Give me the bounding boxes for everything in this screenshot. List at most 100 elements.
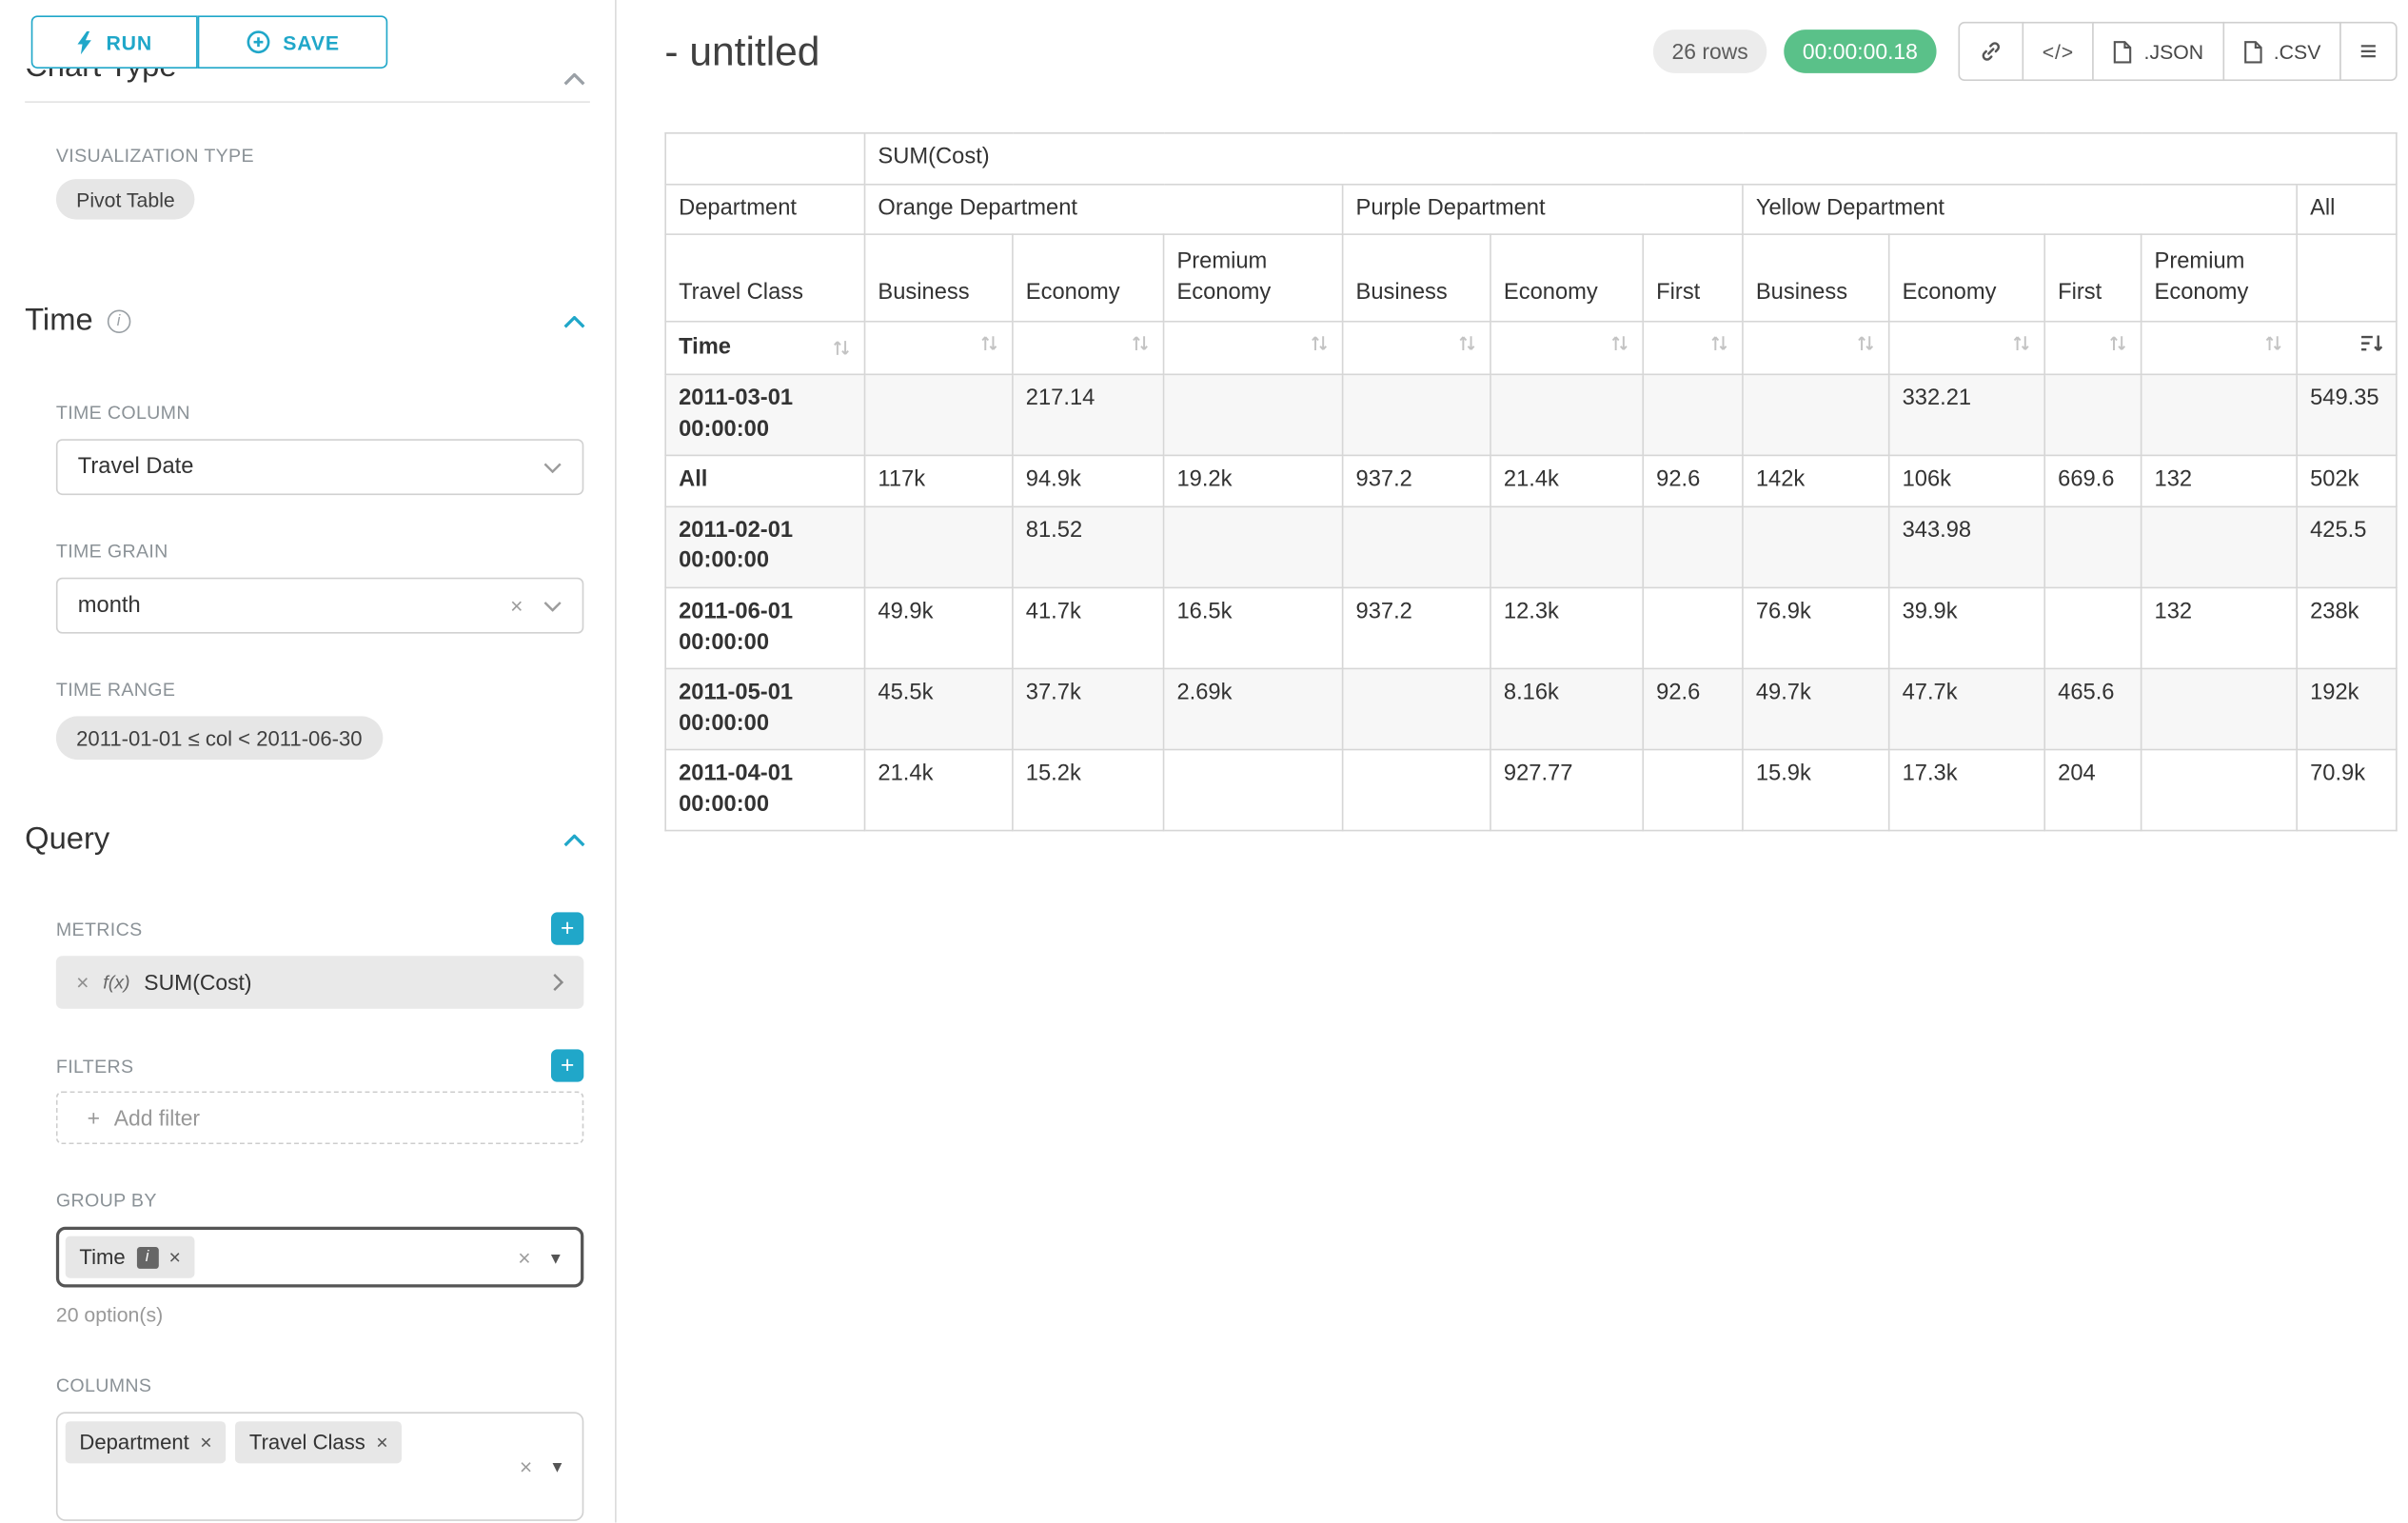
column-sorter[interactable] xyxy=(1013,322,1164,375)
caret-down-icon[interactable]: ▾ xyxy=(551,1248,561,1267)
pivot-cell xyxy=(1343,375,1490,456)
chart-title[interactable]: - untitled xyxy=(664,28,819,76)
view-query-button[interactable]: </> xyxy=(2022,22,2094,81)
chevron-up-icon[interactable] xyxy=(563,315,585,327)
remove-tag-icon[interactable]: × xyxy=(376,1431,387,1454)
query-section-header[interactable]: Query xyxy=(25,822,585,859)
sort-icon[interactable] xyxy=(831,338,851,358)
pivot-cell xyxy=(2142,506,2298,587)
remove-metric-icon[interactable]: × xyxy=(76,970,89,995)
time-range-value[interactable]: 2011-01-01 ≤ col < 2011-06-30 xyxy=(56,716,383,760)
pivot-cell: 425.5 xyxy=(2297,506,2397,587)
time-section-title: Time xyxy=(25,304,92,340)
share-link-button[interactable] xyxy=(1958,22,2023,81)
add-filter-button[interactable]: + Add filter xyxy=(56,1091,583,1144)
chevron-right-icon[interactable] xyxy=(553,973,563,992)
column-sorter[interactable] xyxy=(1889,322,2045,375)
column-sorter[interactable] xyxy=(1643,322,1743,375)
time-grain-value: month xyxy=(78,593,141,618)
visualization-type-value[interactable]: Pivot Table xyxy=(56,179,195,220)
run-button[interactable]: RUN xyxy=(31,15,198,69)
chevron-down-icon[interactable] xyxy=(543,600,563,610)
column-group-header: Orange Department xyxy=(865,184,1343,234)
column-group-header: Yellow Department xyxy=(1743,184,2297,234)
sort-icon xyxy=(979,333,999,353)
pivot-cell: 192k xyxy=(2297,669,2397,750)
time-dimension-sorter[interactable]: Time xyxy=(665,322,864,375)
metric-header-row: SUM(Cost) xyxy=(665,133,2397,184)
metric-option[interactable]: × f(x) SUM(Cost) xyxy=(56,956,583,1009)
pivot-cell: 49.9k xyxy=(865,587,1013,668)
query-timer-badge: 00:00:00.18 xyxy=(1784,30,1936,73)
pivot-row: 2011-05-01 00:00:0045.5k37.7k2.69k8.16k9… xyxy=(665,669,2397,750)
time-section-header[interactable]: Time i xyxy=(25,304,585,340)
info-icon: i xyxy=(136,1246,158,1268)
menu-icon: ≡ xyxy=(2359,36,2377,66)
department-dimension-label: Department xyxy=(665,184,864,234)
add-metric-button[interactable]: + xyxy=(551,912,583,944)
pivot-cell: 70.9k xyxy=(2297,750,2397,831)
pivot-row: 2011-02-01 00:00:0081.52343.98425.5 xyxy=(665,506,2397,587)
pivot-cell: 927.77 xyxy=(1490,750,1643,831)
columns-select[interactable]: Department× Travel Class × × ▾ xyxy=(56,1412,583,1520)
save-button[interactable]: SAVE xyxy=(198,15,388,69)
column-sorter[interactable] xyxy=(1743,322,1889,375)
chevron-up-icon[interactable] xyxy=(563,73,585,86)
chevron-down-icon[interactable] xyxy=(543,462,563,472)
visualization-type-block: VISUALIZATION TYPE Pivot Table xyxy=(0,103,615,220)
pivot-cell: 41.7k xyxy=(1013,587,1164,668)
tag-label: Travel Class xyxy=(249,1431,365,1454)
chart-type-section-clipped: Chart Type xyxy=(0,69,615,88)
add-filter-plus-button[interactable]: + xyxy=(551,1049,583,1081)
column-sorter[interactable] xyxy=(865,322,1013,375)
time-column-select[interactable]: Travel Date xyxy=(56,439,583,495)
add-filter-label: Add filter xyxy=(114,1105,200,1130)
tag-label: Time xyxy=(79,1245,125,1269)
corner-cell xyxy=(665,133,864,184)
time-grain-select[interactable]: month × xyxy=(56,578,583,634)
selected-option-tag[interactable]: Timei × xyxy=(66,1236,195,1278)
group-by-select[interactable]: Timei × × ▾ xyxy=(56,1227,583,1288)
caret-down-icon[interactable]: ▾ xyxy=(553,1457,563,1476)
row-label: 2011-03-01 00:00:00 xyxy=(665,375,864,456)
sort-icon xyxy=(1309,333,1329,353)
time-grain-label: TIME GRAIN xyxy=(56,541,583,563)
pivot-cell: 21.4k xyxy=(865,750,1013,831)
pivot-cell: 549.35 xyxy=(2297,375,2397,456)
export-json-button[interactable]: .JSON xyxy=(2093,22,2224,81)
selected-option-tag[interactable]: Department× xyxy=(66,1421,227,1463)
column-sorter[interactable] xyxy=(2297,322,2397,375)
column-sorter[interactable] xyxy=(1164,322,1343,375)
selected-option-tag[interactable]: Travel Class × xyxy=(235,1421,402,1463)
remove-tag-icon[interactable]: × xyxy=(200,1431,211,1454)
pivot-cell: 12.3k xyxy=(1490,587,1643,668)
metrics-label: METRICS xyxy=(56,918,143,940)
pivot-cell: 937.2 xyxy=(1343,587,1490,668)
chevron-up-icon[interactable] xyxy=(563,834,585,846)
pivot-cell: 106k xyxy=(1889,456,2045,506)
column-sorter[interactable] xyxy=(1490,322,1643,375)
travel-class-header: Business xyxy=(865,234,1013,322)
clear-icon[interactable]: × xyxy=(518,1246,530,1268)
column-sorter[interactable] xyxy=(2044,322,2141,375)
pivot-cell xyxy=(865,506,1013,587)
pivot-cell: 45.5k xyxy=(865,669,1013,750)
pivot-cell xyxy=(1490,375,1643,456)
pivot-cell: 92.6 xyxy=(1643,456,1743,506)
export-csv-button[interactable]: .CSV xyxy=(2222,22,2341,81)
travel-class-header: Premium Economy xyxy=(2142,234,2298,322)
run-save-button-group: RUN SAVE xyxy=(31,15,388,69)
pivot-row: 2011-03-01 00:00:00217.14332.21549.35 xyxy=(665,375,2397,456)
clear-icon[interactable]: × xyxy=(510,595,523,617)
column-group-row: Department Orange DepartmentPurple Depar… xyxy=(665,184,2397,234)
column-sorter[interactable] xyxy=(1343,322,1490,375)
more-options-button[interactable]: ≡ xyxy=(2339,22,2398,81)
pivot-row: 2011-04-01 00:00:0021.4k15.2k927.7715.9k… xyxy=(665,750,2397,831)
query-section-body: METRICS + × f(x) SUM(Cost) FILTERS + + A… xyxy=(0,912,615,1522)
query-section-title: Query xyxy=(25,822,109,859)
column-sorter[interactable] xyxy=(2142,322,2298,375)
remove-tag-icon[interactable]: × xyxy=(168,1245,180,1269)
travel-class-row: Travel Class BusinessEconomyPremium Econ… xyxy=(665,234,2397,322)
sort-desc-icon xyxy=(2359,333,2383,353)
clear-icon[interactable]: × xyxy=(520,1455,532,1477)
